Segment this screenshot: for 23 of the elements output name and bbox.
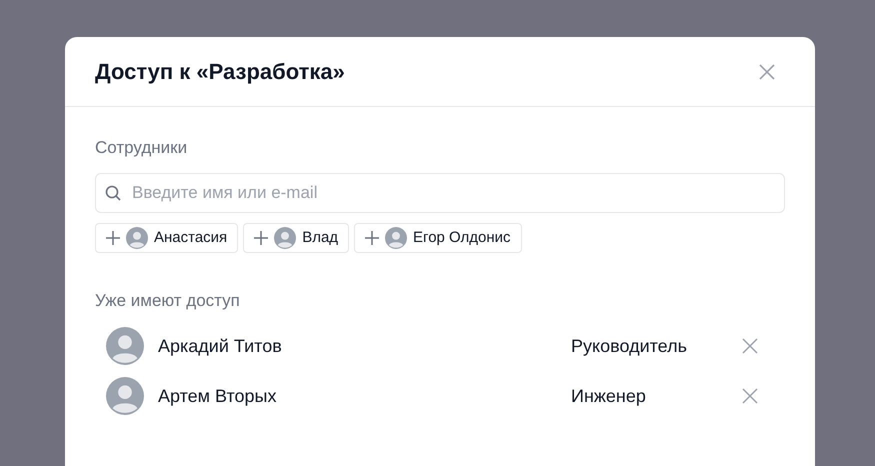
plus-icon	[106, 231, 120, 245]
remove-button[interactable]	[741, 337, 759, 355]
dialog-title: Доступ к «Разработка»	[95, 58, 345, 86]
section-label: Уже имеют доступ	[95, 290, 241, 312]
plus-icon	[365, 231, 380, 245]
member-role: Руководитель	[571, 334, 688, 358]
add-person-button[interactable]: Егор Олдонис	[354, 223, 522, 253]
member-name: Артем Вторых	[158, 384, 278, 408]
remove-button[interactable]	[741, 387, 759, 405]
search-icon	[105, 185, 121, 201]
close-button[interactable]	[757, 62, 777, 82]
avatar-icon	[106, 327, 144, 365]
plus-icon	[254, 231, 268, 245]
add-person-button[interactable]: Анастасия	[95, 223, 238, 253]
avatar-icon	[126, 227, 148, 249]
member-role: Инженер	[571, 384, 647, 408]
add-person-button[interactable]: Влад	[243, 223, 350, 253]
member-name: Аркадий Титов	[158, 334, 283, 358]
avatar-icon	[274, 227, 296, 249]
avatar-icon	[385, 227, 408, 249]
section-label: Сотрудники	[95, 137, 188, 159]
avatar-icon	[106, 377, 144, 415]
search-field[interactable]: Введите имя или e-mail	[95, 173, 785, 213]
